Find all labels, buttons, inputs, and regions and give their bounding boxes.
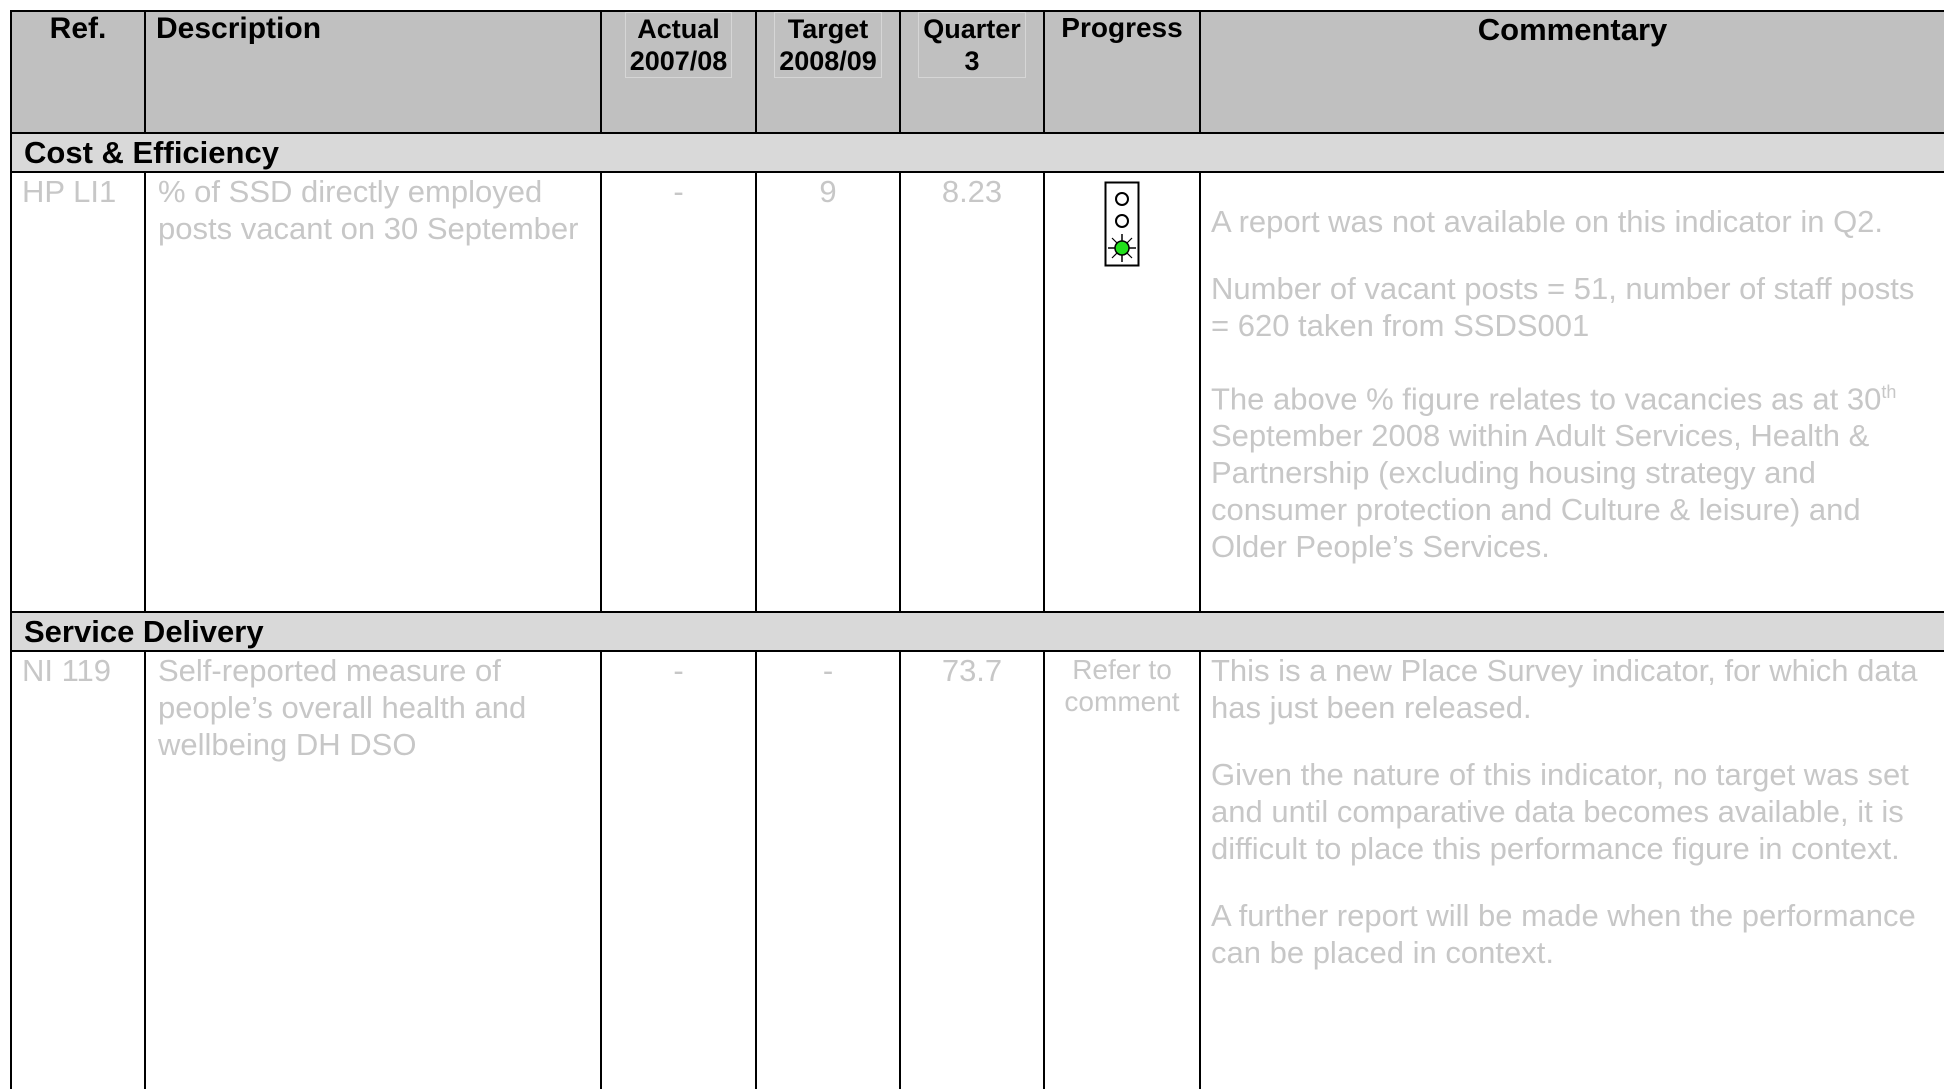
header-commentary: Commentary [1199,10,1944,134]
section-title-service-delivery: Service Delivery [10,611,1944,652]
cell-quarter: 8.23 [899,171,1045,613]
commentary-paragraph: Given the nature of this indicator, no t… [1211,757,1909,866]
cell-commentary: This is a new Place Survey indicator, fo… [1199,650,1944,1089]
header-target-line1: Target [787,14,869,44]
table-frame: Ref. Description Actual 2007/08 Target 200… [10,10,1944,1089]
progress-text-line1: Refer to [1072,654,1172,685]
commentary-paragraph: A report was not available on this indic… [1211,204,1884,239]
table-row: NI 119 Self-reported measure of people’s… [10,650,1944,1089]
header-ref: Ref. [10,10,146,134]
cell-commentary: A report was not available on this indic… [1199,171,1944,613]
header-quarter-line2: 3 [964,46,980,76]
traffic-light-green-icon [1104,181,1140,275]
header-progress: Progress [1043,10,1201,134]
commentary-paragraph: This is a new Place Survey indicator, fo… [1211,653,1918,725]
header-target: Target 2008/09 [755,10,901,134]
cell-quarter: 73.7 [899,650,1045,1089]
commentary-superscript: th [1881,382,1897,402]
header-quarter-box: Quarter 3 [918,12,1026,78]
cell-description: % of SSD directly employed posts vacant … [144,171,602,613]
header-commentary-label: Commentary [1477,12,1668,47]
header-description: Description [144,10,602,134]
commentary-text: September 2008 within Adult Services, He… [1211,418,1870,565]
section-row-service-delivery: Service Delivery [10,611,1944,652]
commentary-paragraph: A further report will be made when the p… [1211,898,1916,970]
cell-actual: - [600,650,757,1089]
header-ref-label: Ref. [49,12,107,45]
header-actual: Actual 2007/08 [600,10,757,134]
header-row: Ref. Description Actual 2007/08 Target 200… [10,10,1944,134]
cell-target: - [755,650,901,1089]
cell-progress: Refer to comment [1043,650,1201,1089]
section-row-cost-efficiency: Cost & Efficiency [10,132,1944,173]
cell-target: 9 [755,171,901,613]
header-progress-label: Progress [1061,12,1183,43]
header-target-box: Target 2008/09 [774,12,882,78]
progress-refer-text: Refer to comment [1045,654,1199,718]
commentary-paragraph: Number of vacant posts = 51, number of s… [1211,271,1915,343]
traffic-light-graphic [1104,181,1140,267]
header-actual-box: Actual 2007/08 [624,12,733,78]
progress-text-line2: comment [1064,686,1180,717]
commentary-paragraph-with-superscript: The above % figure relates to vacancies … [1211,374,1934,565]
header-actual-line1: Actual [637,14,720,44]
performance-table: Ref. Description Actual 2007/08 Target 200… [10,10,1944,1089]
section-title-cost-efficiency: Cost & Efficiency [10,132,1944,173]
cell-progress [1043,171,1201,613]
table-row: HP LI1 % of SSD directly employed posts … [10,171,1944,613]
header-description-label: Description [156,12,322,45]
cell-ref: NI 119 [10,650,146,1089]
header-quarter-line1: Quarter [923,14,1021,44]
cell-description: Self-reported measure of people’s overal… [144,650,602,1089]
cell-ref: HP LI1 [10,171,146,613]
header-actual-line2: 2007/08 [629,46,728,76]
commentary-text: The above % figure relates to vacancies … [1211,381,1882,417]
document-page: Ref. Description Actual 2007/08 Target 200… [0,0,1948,1089]
header-target-line2: 2008/09 [779,46,877,76]
cell-actual: - [600,171,757,613]
header-quarter: Quarter 3 [899,10,1045,134]
